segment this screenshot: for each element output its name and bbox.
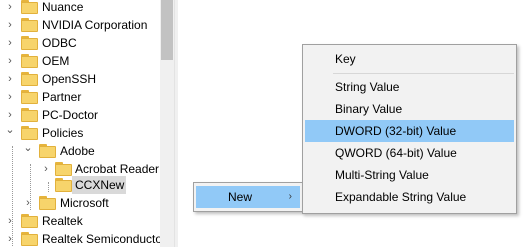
menu-item-new[interactable]: New › — [196, 186, 300, 208]
registry-tree[interactable]: › Nuance › NVIDIA Corporation › ODBC › O… — [0, 0, 174, 247]
tree-item-realtek-semiconductor[interactable]: › Realtek Semiconductor — [0, 230, 166, 247]
chevron-right-icon[interactable]: › — [4, 0, 16, 16]
folder-open-icon — [39, 144, 56, 158]
tree-item-microsoft[interactable]: › Microsoft — [0, 194, 160, 212]
menu-item-key[interactable]: Key — [305, 48, 514, 70]
tree-item-partner[interactable]: › Partner — [0, 88, 160, 106]
menu-item-label: Key — [335, 52, 356, 66]
tree-item-pc-doctor[interactable]: › PC-Doctor — [0, 106, 160, 124]
menu-item-label: Multi-String Value — [335, 168, 429, 182]
menu-item-multi-string-value[interactable]: Multi-String Value — [305, 164, 514, 186]
chevron-right-icon[interactable]: › — [4, 52, 16, 70]
chevron-right-icon[interactable]: › — [4, 70, 16, 88]
tree-item-label: PC-Doctor — [42, 108, 99, 122]
menu-item-binary-value[interactable]: Binary Value — [305, 98, 514, 120]
folder-icon — [21, 90, 38, 104]
tree-item-label: Realtek Semiconductor — [42, 232, 167, 246]
tree-item-odbc[interactable]: › ODBC — [0, 34, 160, 52]
tree-item-label: OpenSSH — [42, 72, 97, 86]
folder-icon — [21, 54, 38, 68]
registry-editor: › Nuance › NVIDIA Corporation › ODBC › O… — [0, 0, 523, 247]
tree-item-label: Policies — [42, 126, 84, 140]
folder-open-icon — [21, 126, 38, 140]
tree-item-label: Microsoft — [60, 196, 109, 210]
tree-item-label: Partner — [42, 90, 82, 104]
tree-item-realtek[interactable]: › Realtek — [0, 212, 160, 230]
scrollbar-thumb[interactable] — [161, 0, 173, 60]
menu-item-dword-value[interactable]: DWORD (32-bit) Value — [305, 120, 514, 142]
submenu-arrow-icon: › — [288, 191, 292, 202]
context-menu: New › — [193, 182, 303, 212]
folder-icon — [21, 0, 38, 14]
tree-item-label: OEM — [42, 54, 70, 68]
menu-item-label: Expandable String Value — [335, 190, 467, 204]
chevron-right-icon[interactable]: › — [4, 16, 16, 34]
folder-icon — [55, 178, 72, 192]
folder-icon — [21, 108, 38, 122]
tree-item-nuance[interactable]: › Nuance — [0, 0, 160, 16]
chevron-down-icon[interactable]: ⌄ — [22, 139, 34, 157]
tree-item-ccxnew[interactable]: CCXNew — [0, 176, 160, 194]
tree-item-label: NVIDIA Corporation — [42, 18, 148, 32]
tree-item-nvidia-corporation[interactable]: › NVIDIA Corporation — [0, 16, 160, 34]
folder-icon — [55, 162, 72, 176]
tree-item-label: CCXNew — [75, 178, 125, 192]
folder-icon — [21, 232, 38, 246]
tree-item-label: ODBC — [42, 36, 77, 50]
menu-item-expandable-string-value[interactable]: Expandable String Value — [305, 186, 514, 208]
tree-item-label: Adobe — [60, 144, 95, 158]
chevron-right-icon[interactable]: › — [4, 230, 16, 247]
chevron-right-icon[interactable]: › — [4, 88, 16, 106]
chevron-right-icon[interactable]: › — [4, 212, 16, 230]
menu-item-label: String Value — [335, 80, 400, 94]
menu-item-label: QWORD (64-bit) Value — [335, 146, 457, 160]
menu-item-string-value[interactable]: String Value — [305, 76, 514, 98]
folder-icon — [21, 214, 38, 228]
new-submenu: Key String Value Binary Value DWORD (32-… — [302, 44, 517, 214]
menu-item-label: Binary Value — [335, 102, 403, 116]
tree-item-oem[interactable]: › OEM — [0, 52, 160, 70]
menu-item-qword-value[interactable]: QWORD (64-bit) Value — [305, 142, 514, 164]
chevron-down-icon[interactable]: ⌄ — [4, 121, 16, 139]
tree-item-label: Nuance — [42, 0, 84, 14]
chevron-right-icon[interactable]: › — [22, 194, 34, 212]
folder-icon — [21, 72, 38, 86]
folder-icon — [39, 196, 56, 210]
tree-item-adobe[interactable]: ⌄ Adobe — [0, 142, 160, 160]
folder-icon — [21, 36, 38, 50]
menu-separator — [333, 73, 514, 74]
tree-item-label: Realtek — [42, 214, 83, 228]
pane-splitter[interactable] — [174, 0, 178, 247]
chevron-right-icon[interactable]: › — [4, 34, 16, 52]
menu-item-label: DWORD (32-bit) Value — [335, 124, 457, 138]
tree-item-openssh[interactable]: › OpenSSH — [0, 70, 160, 88]
menu-item-label: New — [228, 190, 253, 204]
folder-icon — [21, 18, 38, 32]
tree-scrollbar[interactable] — [160, 0, 174, 247]
